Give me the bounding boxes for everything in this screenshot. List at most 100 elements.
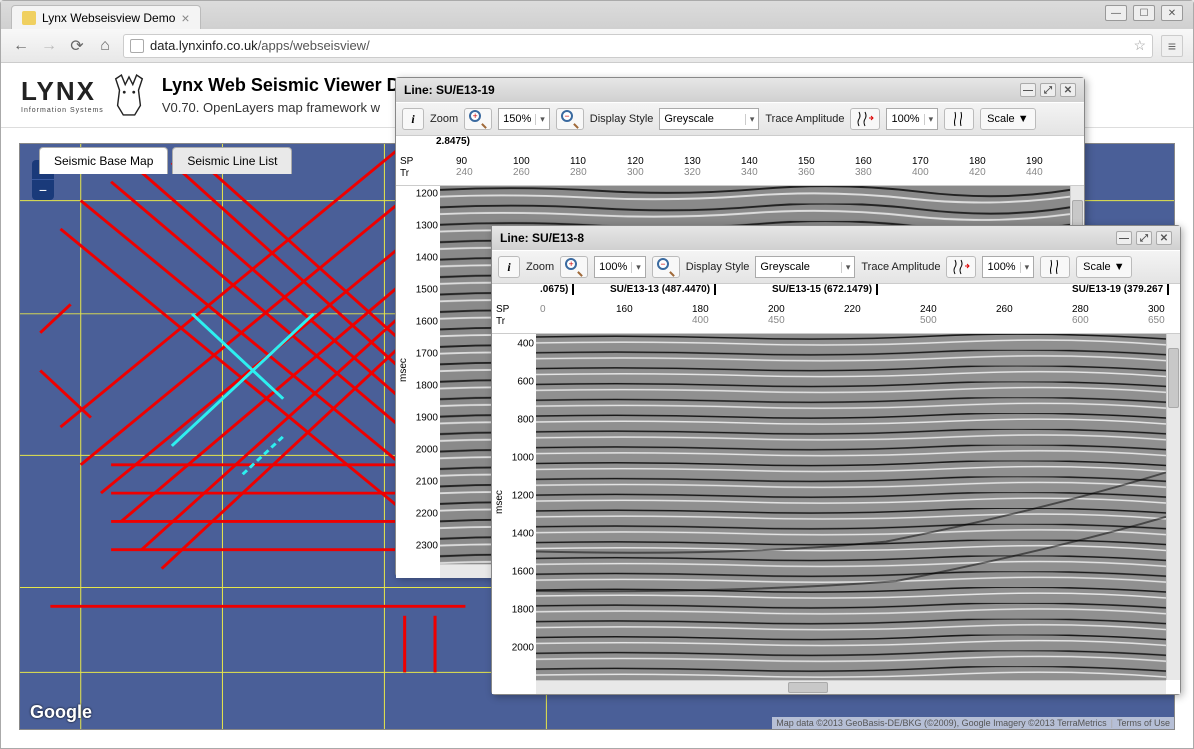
- sp-tick: 260: [996, 304, 1013, 315]
- time-tick: 1500: [416, 285, 438, 296]
- time-tick: 1700: [416, 349, 438, 360]
- window-minimize[interactable]: —: [1105, 5, 1127, 21]
- url-text: data.lynxinfo.co.uk/apps/webseisview/: [150, 38, 370, 53]
- time-tick: 1200: [416, 189, 438, 200]
- time-tick: 1900: [416, 413, 438, 424]
- zoom-out-button[interactable]: −: [556, 108, 584, 130]
- time-tick: 1600: [416, 317, 438, 328]
- bookmark-icon[interactable]: ☆: [1133, 37, 1146, 54]
- panel2-scrollbar-h[interactable]: [536, 680, 1166, 694]
- crossing-label: SU/E13-13 (487.4470): [610, 284, 716, 295]
- scale-button[interactable]: Scale ▼: [1076, 256, 1131, 278]
- display-label: Display Style: [590, 113, 654, 125]
- zoom-select[interactable]: 150%▾: [498, 108, 550, 130]
- time-tick: 1400: [416, 253, 438, 264]
- panel2-seismic-canvas[interactable]: [536, 334, 1166, 680]
- address-bar[interactable]: data.lynxinfo.co.uk/apps/webseisview/ ☆: [123, 34, 1153, 58]
- time-tick: 1200: [512, 491, 534, 502]
- time-tick: 600: [517, 377, 534, 388]
- panel2-seismic-area: msec 400600800100012001400160018002000: [492, 334, 1180, 694]
- logo: LYNX Information Systems: [21, 73, 148, 117]
- display-label: Display Style: [686, 261, 750, 273]
- crossing-label: .0675): [540, 284, 574, 295]
- browser-window: — ☐ ✕ Lynx Webseisview Demo × ← → ⟳ ⌂ da…: [0, 0, 1194, 749]
- amp-down-button[interactable]: [944, 108, 974, 130]
- panel1-time-axis: msec 12001300140015001600170018001900200…: [396, 186, 440, 578]
- panel2-sp-ruler: SP Tr 0160180400200450220240500260280600…: [492, 300, 1180, 334]
- sp-tick: 280600: [1072, 304, 1089, 326]
- tab-base-map[interactable]: Seismic Base Map: [39, 147, 168, 174]
- sp-tick: 220: [844, 304, 861, 315]
- time-tick: 2000: [416, 445, 438, 456]
- time-tick: 2000: [512, 643, 534, 654]
- time-tick: 2100: [416, 477, 438, 488]
- panel1-titlebar[interactable]: Line: SU/E13-19 — ⤢ ✕: [396, 78, 1084, 102]
- tab-line-list[interactable]: Seismic Line List: [172, 147, 292, 174]
- panel2-titlebar[interactable]: Line: SU/E13-8 — ⤢ ✕: [492, 226, 1180, 250]
- amp-up-button[interactable]: [946, 256, 976, 278]
- time-tick: 2200: [416, 509, 438, 520]
- panel1-toolbar: i Zoom + 150%▾ − Display Style Greyscale…: [396, 102, 1084, 136]
- panel1-topnote: 2.8475): [436, 136, 470, 147]
- amp-label: Trace Amplitude: [861, 261, 940, 273]
- sp-tick: 190440: [1026, 156, 1043, 178]
- reload-button[interactable]: ⟳: [67, 36, 87, 56]
- chrome-menu-icon[interactable]: ≡: [1161, 35, 1183, 57]
- panel2-scrollbar-v[interactable]: [1166, 334, 1180, 680]
- crossing-label: SU/E13-15 (672.1479): [772, 284, 878, 295]
- panel2-maximize-icon[interactable]: ⤢: [1136, 231, 1152, 245]
- zoom-out-button[interactable]: −: [652, 256, 680, 278]
- time-tick: 1000: [512, 453, 534, 464]
- panel1-sp-ruler: SP Tr 9024010026011028012030013032014034…: [396, 152, 1084, 186]
- zoom-in-button[interactable]: +: [560, 256, 588, 278]
- seismic-panel-2: Line: SU/E13-8 — ⤢ ✕ i Zoom + 100%▾ − Di…: [491, 225, 1181, 695]
- panel2-minimize-icon[interactable]: —: [1116, 231, 1132, 245]
- map-zoom-out[interactable]: −: [32, 180, 54, 200]
- display-style-select[interactable]: Greyscale▾: [755, 256, 855, 278]
- sp-tick: 130320: [684, 156, 701, 178]
- panel2-time-axis: msec 400600800100012001400160018002000: [492, 334, 536, 694]
- back-button[interactable]: ←: [11, 36, 31, 56]
- panel2-title: Line: SU/E13-8: [500, 231, 584, 245]
- sp-tick: 90240: [456, 156, 473, 178]
- panel1-minimize-icon[interactable]: —: [1020, 83, 1036, 97]
- sp-tick: 240500: [920, 304, 937, 326]
- logo-sub: Information Systems: [21, 107, 104, 114]
- panel1-maximize-icon[interactable]: ⤢: [1040, 83, 1056, 97]
- page-icon: [130, 39, 144, 53]
- home-button[interactable]: ⌂: [95, 36, 115, 56]
- info-button[interactable]: i: [498, 256, 520, 278]
- time-tick: 1300: [416, 221, 438, 232]
- zoom-in-button[interactable]: +: [464, 108, 492, 130]
- window-close[interactable]: ✕: [1161, 5, 1183, 21]
- tab-close-icon[interactable]: ×: [181, 10, 189, 26]
- page-title: Lynx Web Seismic Viewer De: [162, 75, 410, 96]
- info-button[interactable]: i: [402, 108, 424, 130]
- browser-tab[interactable]: Lynx Webseisview Demo ×: [11, 5, 201, 29]
- sp-tick: 300650: [1148, 304, 1165, 326]
- amp-select[interactable]: 100%▾: [982, 256, 1034, 278]
- lynx-icon: [110, 73, 148, 117]
- sp-tick: 120300: [627, 156, 644, 178]
- sp-tick: 180420: [969, 156, 986, 178]
- window-maximize[interactable]: ☐: [1133, 5, 1155, 21]
- sp-tick: 100260: [513, 156, 530, 178]
- zoom-select[interactable]: 100%▾: [594, 256, 646, 278]
- panel2-close-icon[interactable]: ✕: [1156, 231, 1172, 245]
- display-style-select[interactable]: Greyscale▾: [659, 108, 759, 130]
- google-logo: Google: [30, 702, 92, 723]
- page-content: LYNX Information Systems Lynx Web Seismi…: [1, 63, 1193, 748]
- time-tick: 2300: [416, 541, 438, 552]
- page-titles: Lynx Web Seismic Viewer De V0.70. OpenLa…: [162, 75, 410, 115]
- amp-down-button[interactable]: [1040, 256, 1070, 278]
- amp-up-button[interactable]: [850, 108, 880, 130]
- sp-tick: 160: [616, 304, 633, 315]
- panel2-crossings: .0675) SU/E13-13 (487.4470) SU/E13-15 (672…: [492, 284, 1180, 300]
- panel1-close-icon[interactable]: ✕: [1060, 83, 1076, 97]
- amp-select[interactable]: 100%▾: [886, 108, 938, 130]
- sp-tick: 180400: [692, 304, 709, 326]
- panel1-title: Line: SU/E13-19: [404, 83, 495, 97]
- forward-button[interactable]: →: [39, 36, 59, 56]
- scale-button[interactable]: Scale ▼: [980, 108, 1035, 130]
- zoom-label: Zoom: [526, 261, 554, 273]
